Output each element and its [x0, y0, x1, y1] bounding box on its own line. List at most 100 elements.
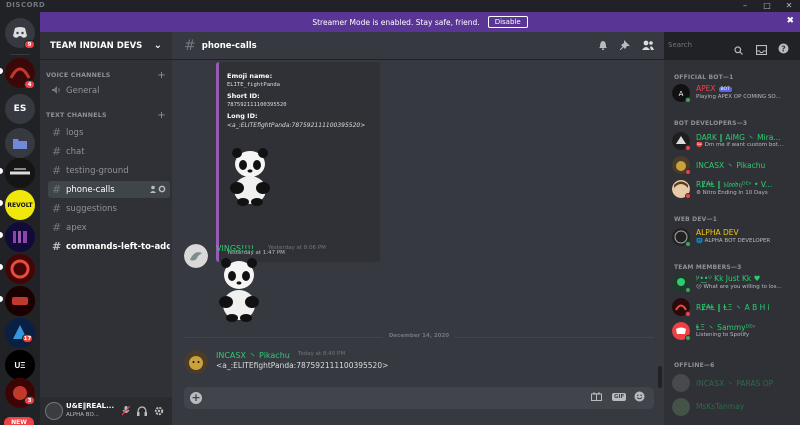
embed-field-value: ELITE_fightPanda [227, 82, 280, 88]
message-input[interactable] [212, 391, 582, 405]
close-window-button[interactable]: ✕ [779, 0, 799, 12]
member-item[interactable]: ᵁ̷•͜•ᵁ Kk Just Kk ♥ 😕 What are you willi… [672, 272, 798, 294]
hash-icon: # [52, 164, 62, 177]
server-icon-red-circle[interactable] [5, 254, 35, 284]
avatar[interactable] [45, 402, 63, 420]
search-icon [734, 40, 743, 59]
panda-emoji-image [216, 258, 262, 328]
panda-sticker-icon [230, 148, 270, 206]
member-name: APEX BOT [696, 84, 796, 93]
add-channel-icon[interactable]: + [157, 110, 166, 121]
gif-button[interactable]: GIF [612, 393, 627, 401]
member-name-text: APEX [696, 84, 716, 93]
server-icon-blue-logo[interactable] [5, 318, 35, 348]
embed-field-label: Emoji name: [227, 72, 273, 80]
member-item[interactable]: ⱠΞ 丶 Sammyᴰᴱᵛ Listening to Spotify [672, 320, 798, 342]
channel-label: General [66, 85, 100, 96]
member-item[interactable]: ALPHA DEV 🌐 ALPHA BOT DEVELOPER [672, 226, 798, 248]
member-category: WEB DEV—1 [674, 216, 718, 223]
server-icon-dark-logo[interactable] [5, 158, 35, 188]
app-brand: DISCORD [6, 1, 46, 9]
invite-and-settings-icon[interactable] [150, 185, 166, 193]
server-icon-es[interactable]: ES [5, 94, 35, 124]
channel-apex[interactable]: # apex [48, 219, 170, 236]
channel-header: # phone-calls [172, 32, 664, 60]
server-header[interactable]: TEAM INDIAN DEVS ⌄ [40, 32, 172, 60]
member-item[interactable]: INCASX 丶 Pikachu [672, 154, 798, 176]
member-item[interactable]: A APEX BOT Playing APEX OP COMING SO... [672, 82, 798, 104]
member-status: 🌐 ALPHA BOT DEVELOPER [696, 238, 771, 244]
members-icon[interactable] [642, 40, 654, 53]
avatar [672, 374, 690, 392]
hash-icon: # [52, 221, 62, 234]
channel-phone-calls[interactable]: # phone-calls [48, 181, 170, 198]
maximize-button[interactable]: □ [757, 0, 777, 12]
member-item[interactable]: DARK ‖ AiMG 丶 Mira... ⛔ Dm me if want cu… [672, 130, 798, 152]
search-input[interactable] [668, 39, 728, 51]
server-notification-badge: 3 [24, 396, 35, 405]
member-item[interactable]: RɆ₳Ⱡ ‖ 𝔟𝔩𝔬𝔬𝔡𝔶ᴰᴱᵛ • V... ⚙ Nitro Ending I… [672, 178, 798, 200]
help-icon[interactable]: ? [778, 39, 789, 58]
hash-icon: # [184, 37, 196, 54]
question-circle-icon: ? [778, 43, 789, 54]
category-voice-channels[interactable]: VOICE CHANNELS + [46, 70, 166, 81]
avatar[interactable] [184, 350, 208, 374]
date-divider: December 14, 2020 [184, 333, 654, 339]
server-icon-ue[interactable]: UΞ [5, 350, 35, 380]
date-divider-label: December 14, 2020 [382, 333, 456, 339]
unread-pill [0, 232, 3, 238]
channel-suggestions[interactable]: # suggestions [48, 200, 170, 217]
voice-channel-general[interactable]: General [48, 82, 170, 99]
member-item[interactable]: MsKsTanmay [672, 396, 798, 418]
member-status: Playing APEX OP COMING SO... [696, 94, 781, 100]
server-notification-badge: 4 [24, 80, 35, 89]
server-art-icon [5, 158, 35, 188]
disable-streamer-mode-button[interactable]: Disable [487, 16, 528, 28]
mute-icon[interactable] [121, 405, 131, 419]
search-box[interactable] [664, 38, 746, 55]
category-text-channels[interactable]: TEXT CHANNELS + [46, 110, 166, 121]
headphones-shape-icon [137, 406, 147, 416]
channel-label: commands-left-to-add-in... [66, 241, 170, 252]
upload-plus-icon[interactable]: + [190, 392, 202, 404]
headphones-icon[interactable] [137, 406, 147, 419]
member-list: OFFICIAL BOT—1 A APEX BOT Playing APEX OP… [664, 60, 800, 425]
folder-icon[interactable] [5, 128, 35, 158]
server-icon-revolt[interactable]: REVOLT [5, 190, 35, 220]
server-art-icon [5, 222, 35, 252]
bell-icon[interactable] [598, 40, 608, 53]
emoji-icon[interactable] [634, 391, 645, 405]
server-art-icon [5, 254, 35, 284]
avatar[interactable] [184, 244, 208, 268]
inbox-icon[interactable] [755, 40, 768, 59]
inbox-shape-icon [755, 44, 768, 56]
member-category: OFFICIAL BOT—1 [674, 74, 734, 81]
pin-icon[interactable] [619, 40, 630, 53]
gift-icon[interactable] [591, 391, 602, 404]
scrollbar[interactable] [658, 366, 662, 388]
status-dot [685, 97, 691, 103]
minimize-button[interactable]: – [735, 0, 755, 12]
channel-logs[interactable]: # logs [48, 124, 170, 141]
message-author[interactable]: VINGS!!!! [216, 244, 254, 253]
member-item[interactable]: RɆ₳Ⱡ ‖ ⱠΞ 丶 A B H i [672, 296, 798, 318]
server-icon-purple-logo[interactable] [5, 222, 35, 252]
banner-close-icon[interactable]: ✖ [786, 16, 794, 26]
server-icon-red-text[interactable] [5, 286, 35, 316]
embed-field-value: 787592111100395520 [227, 102, 287, 108]
gear-icon[interactable] [154, 406, 164, 419]
member-name: RɆ₳Ⱡ ‖ 𝔟𝔩𝔬𝔬𝔡𝔶ᴰᴱᵛ • V... [696, 180, 773, 189]
message-author[interactable]: INCASX 丶 Pikachu [216, 350, 290, 361]
title-bar: DISCORD – □ ✕ [0, 0, 800, 12]
unread-pill [0, 68, 3, 74]
add-channel-icon[interactable]: + [157, 70, 166, 81]
channel-commands-left-to-add[interactable]: # commands-left-to-add-in... [48, 238, 170, 255]
speaker-icon [52, 84, 61, 97]
member-item[interactable]: INCASX 丶 PARAS OP [672, 372, 798, 394]
server-art-icon [5, 286, 35, 316]
channel-chat[interactable]: # chat [48, 143, 170, 160]
unread-pill [0, 296, 3, 302]
channel-label: chat [66, 146, 85, 157]
new-servers-button[interactable]: NEW [4, 417, 34, 425]
channel-testing-ground[interactable]: # testing-ground [48, 162, 170, 179]
